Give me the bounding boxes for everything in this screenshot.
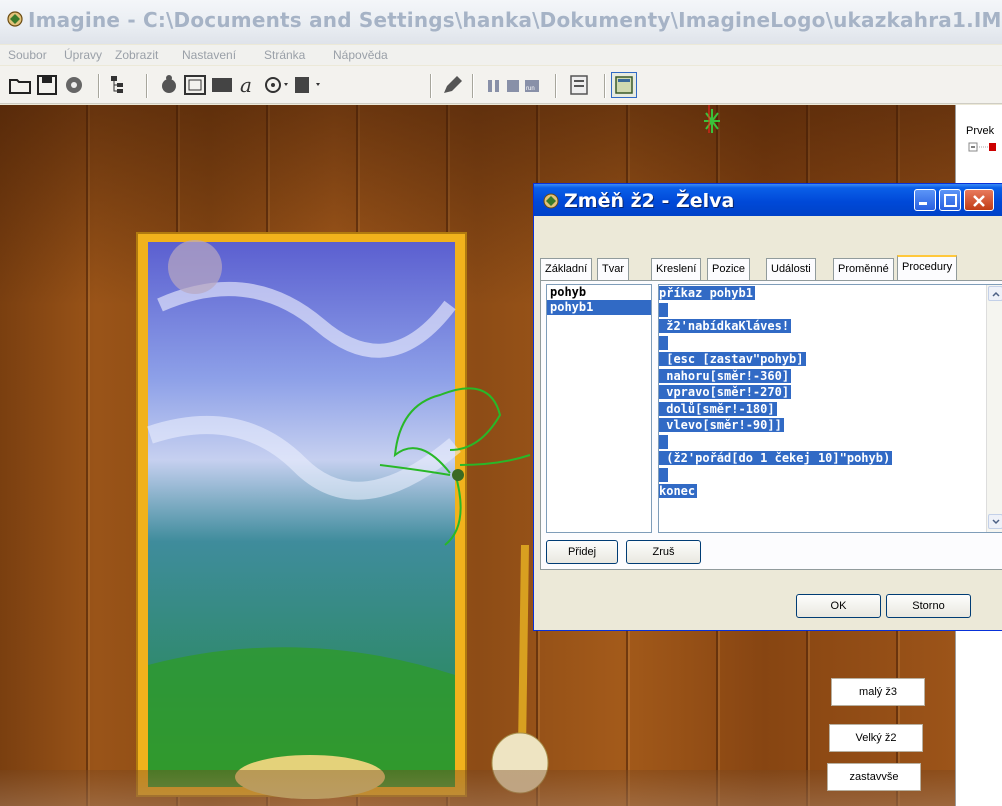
menu-napoveda[interactable]: Nápověda [333, 48, 388, 62]
add-procedure-button[interactable]: Přidej [546, 540, 618, 564]
ok-button[interactable]: OK [796, 594, 881, 618]
edit-icon[interactable] [441, 74, 465, 96]
scroll-up-button[interactable] [988, 286, 1002, 301]
code-line [659, 467, 1002, 484]
procedure-list[interactable]: pohyb pohyb1 [546, 284, 652, 533]
turtle-settings-icon[interactable] [62, 74, 86, 96]
tab-promenne[interactable]: Proměnné [833, 258, 894, 280]
chevron-down-icon [992, 519, 1000, 525]
open-folder-icon[interactable] [8, 74, 32, 96]
code-line: ž2'nabídkaKláves! [659, 318, 1002, 335]
procedure-item[interactable]: pohyb [547, 285, 651, 300]
menu-nastaveni[interactable]: Nastavení [182, 48, 236, 62]
turtle-sprite [452, 469, 464, 481]
svg-text:a: a [240, 74, 252, 96]
code-lines: příkaz pohyb1 ž2'nabídkaKláves! [esc [za… [659, 285, 1002, 500]
chevron-up-icon [992, 291, 1000, 297]
tab-procedury[interactable]: Procedury [897, 255, 958, 280]
tree-node-icon[interactable] [968, 142, 998, 182]
stop-icon[interactable] [505, 74, 521, 96]
minimize-button[interactable] [914, 189, 936, 211]
tab-udalosti[interactable]: Události [766, 258, 816, 280]
dialog-title: Změň ž2 - Želva [564, 190, 735, 212]
svg-text:run: run [526, 86, 535, 92]
element-panel-label: Prvek [966, 125, 995, 137]
code-line-text: dolů[směr!-180] [659, 401, 777, 416]
change-turtle-dialog: Změň ž2 - Želva Základní Tvar Kreslení P… [533, 183, 1002, 631]
code-line: vpravo[směr!-270] [659, 384, 1002, 401]
play-icon[interactable] [292, 74, 322, 96]
project-tree-icon[interactable] [108, 74, 132, 96]
code-line: příkaz pohyb1 [659, 285, 1002, 302]
run-icon[interactable]: run [523, 74, 541, 96]
code-line: konec [659, 483, 1002, 500]
save-icon[interactable] [36, 74, 58, 96]
text-icon[interactable]: a [237, 74, 259, 96]
menu-stranka[interactable]: Stránka [264, 48, 305, 62]
code-line-text [659, 467, 669, 482]
code-line [659, 302, 1002, 319]
window-title: Imagine - C:\Documents and Settings\hank… [28, 8, 1002, 32]
code-line-text: konec [659, 484, 698, 498]
code-line [659, 434, 1002, 451]
scroll-down-button[interactable] [988, 514, 1002, 529]
code-line: nahoru[směr!-360] [659, 368, 1002, 385]
code-line-text [659, 434, 669, 449]
tab-kresleni[interactable]: Kreslení [651, 258, 702, 280]
rectangle-icon[interactable] [210, 74, 234, 96]
big-z2-button[interactable]: Velký ž2 [829, 724, 923, 752]
code-line-text: ž2'nabídkaKláves! [659, 319, 792, 333]
menu-soubor[interactable]: Soubor [8, 48, 47, 62]
frame-icon[interactable] [183, 74, 207, 96]
close-icon [973, 195, 985, 207]
code-line-text: vpravo[směr!-270] [659, 385, 792, 399]
code-scrollbar[interactable] [986, 285, 1002, 532]
code-line-text: [esc [zastav"pohyb] [659, 352, 806, 366]
shape-icon[interactable] [260, 74, 290, 96]
window-titlebar[interactable]: Imagine - C:\Documents and Settings\hank… [0, 0, 1002, 44]
code-line-text [659, 302, 669, 317]
remove-procedure-button[interactable]: Zruš [626, 540, 701, 564]
page-icon[interactable] [569, 74, 589, 96]
code-line-text: vlevo[směr!-90]] [659, 418, 784, 432]
close-button[interactable] [964, 189, 994, 211]
cancel-button[interactable]: Storno [886, 594, 971, 618]
menu-bar: Soubor Úpravy Zobrazit Nastavení Stránka… [0, 45, 1002, 65]
stop-all-button[interactable]: zastavvše [827, 763, 921, 791]
code-line: dolů[směr!-180] [659, 401, 1002, 418]
code-line-text: příkaz pohyb1 [659, 286, 755, 300]
code-line: (ž2'pořád[do 1 čekej 10]"pohyb) [659, 450, 1002, 467]
menu-upravy[interactable]: Úpravy [64, 48, 102, 62]
code-line-text [659, 335, 669, 350]
pause-icon[interactable] [486, 74, 502, 96]
maximize-button[interactable] [939, 189, 961, 211]
code-line [659, 335, 1002, 352]
code-editor[interactable]: příkaz pohyb1 ž2'nabídkaKláves! [esc [za… [658, 284, 1002, 533]
dialog-titlebar[interactable]: Změň ž2 - Želva [534, 184, 1002, 216]
slide-icon [615, 76, 633, 94]
maximize-icon [944, 194, 957, 207]
code-line: [esc [zastav"pohyb] [659, 351, 1002, 368]
procedure-item-selected[interactable]: pohyb1 [547, 300, 651, 315]
turtle-new-icon[interactable] [158, 74, 180, 96]
small-z3-button[interactable]: malý ž3 [831, 678, 925, 706]
minimize-icon [919, 202, 927, 205]
toolbar: a run [0, 66, 1002, 104]
tab-tvar[interactable]: Tvar [597, 258, 629, 280]
menu-zobrazit[interactable]: Zobrazit [115, 48, 158, 62]
tab-pozice[interactable]: Pozice [707, 258, 751, 280]
code-line-text: (ž2'pořád[do 1 čekej 10]"pohyb) [659, 451, 893, 465]
dialog-app-icon [543, 193, 559, 209]
code-line-text: nahoru[směr!-360] [659, 368, 792, 383]
app-icon [7, 11, 23, 27]
tab-zakladni[interactable]: Základní [540, 258, 593, 280]
code-line: vlevo[směr!-90]] [659, 417, 1002, 434]
slide-button[interactable] [611, 72, 637, 98]
